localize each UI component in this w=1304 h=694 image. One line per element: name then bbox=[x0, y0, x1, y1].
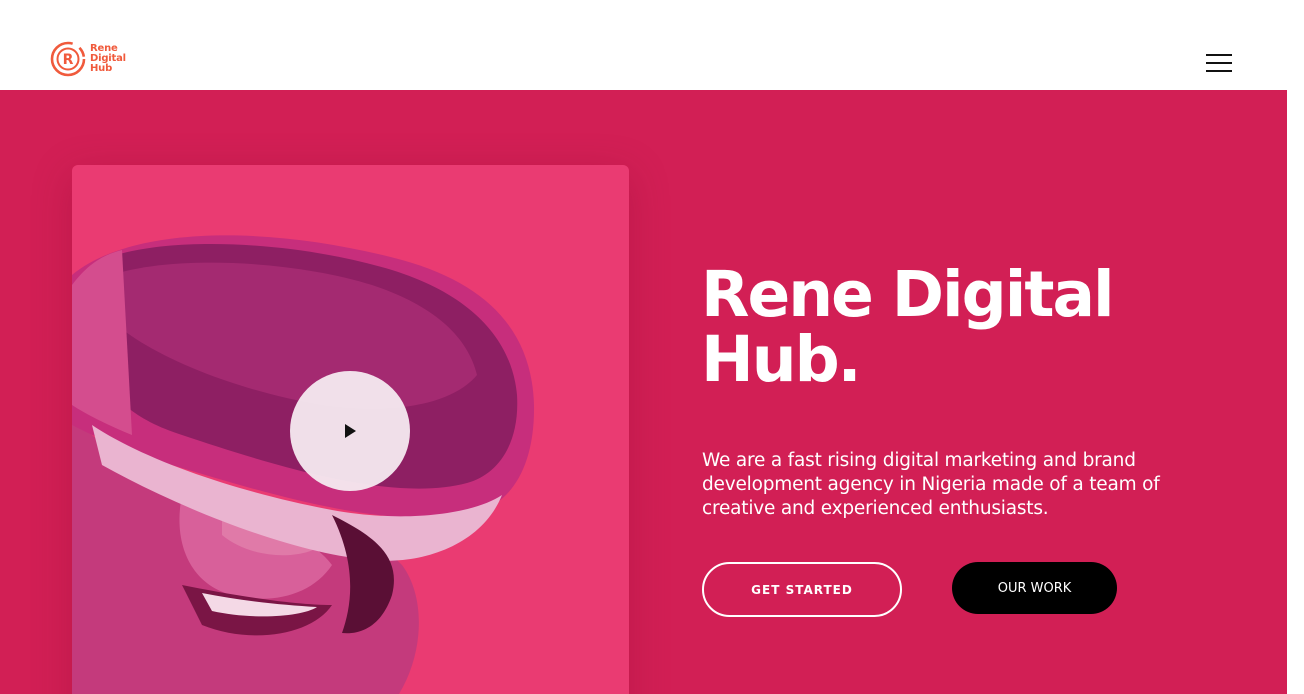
page-edge-gutter bbox=[1287, 90, 1304, 694]
svg-text:R: R bbox=[63, 52, 74, 68]
play-video-button[interactable] bbox=[290, 371, 410, 491]
video-card bbox=[72, 165, 629, 694]
hamburger-menu-icon[interactable] bbox=[1204, 53, 1234, 75]
play-icon bbox=[345, 424, 356, 438]
our-work-button[interactable]: OUR WORK bbox=[952, 562, 1117, 614]
site-header: R Rene Digital Hub bbox=[0, 0, 1304, 90]
logo-mark-icon: R bbox=[50, 41, 86, 77]
brand-logo[interactable]: R Rene Digital Hub bbox=[50, 38, 130, 80]
landing-page: R Rene Digital Hub Rene Digital Hub. We … bbox=[0, 0, 1304, 694]
logo-text: Rene Digital Hub bbox=[90, 44, 126, 74]
hero-section: Rene Digital Hub. We are a fast rising d… bbox=[0, 90, 1287, 694]
logo-line-3: Hub bbox=[90, 63, 113, 74]
hero-description: We are a fast rising digital marketing a… bbox=[702, 450, 1160, 519]
hero-title: Rene Digital Hub. bbox=[701, 258, 1115, 396]
get-started-button[interactable]: GET STARTED bbox=[702, 562, 902, 617]
